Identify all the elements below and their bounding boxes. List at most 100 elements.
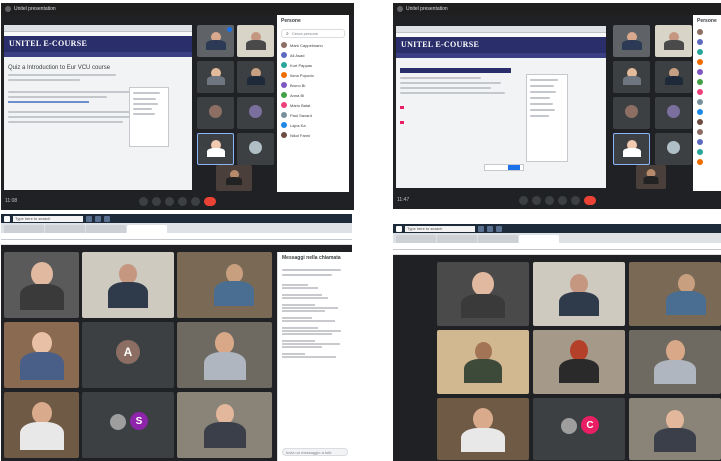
participant-tile[interactable] [197,97,234,129]
end-call-button[interactable] [204,196,216,206]
participant-tile[interactable] [4,392,79,458]
course-banner: UNITEL E-COURSE [4,36,192,52]
participant-tile[interactable] [177,322,272,388]
chrome-icon[interactable] [104,215,110,222]
participant-tile[interactable] [613,97,650,129]
people-list-item[interactable]: Anna Bi [277,90,349,100]
address-bar[interactable] [393,243,721,250]
people-list-item[interactable]: Nikol Fanni [277,130,349,140]
dropdown-menu[interactable] [526,74,568,162]
participant-tile[interactable] [237,133,274,165]
people-list-item[interactable] [693,27,721,37]
people-list-item[interactable]: Mark Cappelmann [277,40,349,50]
participant-tile[interactable] [177,392,272,458]
browser-tab[interactable] [4,225,44,233]
file-explorer-icon[interactable] [487,225,493,232]
participant-tile[interactable] [629,262,721,326]
camera-button[interactable] [152,196,161,206]
participant-tile[interactable] [82,252,174,318]
participant-tile[interactable] [197,25,234,57]
participant-tile[interactable]: A [82,322,174,388]
chat-input[interactable]: Invia un messaggio a tutti [282,448,348,456]
avatar [697,109,703,115]
browser-tab[interactable] [86,225,126,233]
task-view-icon[interactable] [478,225,484,232]
captions-button[interactable] [165,196,174,206]
chrome-icon[interactable] [496,225,502,232]
self-view-tile[interactable] [216,165,252,191]
participant-tile[interactable] [613,25,650,57]
participant-tile[interactable] [533,262,625,326]
dialog-ok-button[interactable] [508,165,520,170]
participant-tile[interactable] [237,61,274,93]
people-list-item[interactable] [693,97,721,107]
people-list-item[interactable] [693,47,721,57]
participant-tile[interactable]: S [82,392,174,458]
participant-tile[interactable] [629,330,721,394]
participant-tile[interactable] [655,25,692,57]
participant-tile[interactable] [197,133,234,165]
captions-button[interactable] [544,195,554,205]
people-list-item[interactable] [693,147,721,157]
mic-button[interactable] [139,196,148,206]
people-list-item[interactable] [693,127,721,137]
camera-button[interactable] [531,195,541,205]
participant-tile[interactable] [437,330,529,394]
participant-tile[interactable] [237,97,274,129]
participant-tile[interactable] [629,398,721,460]
people-list-item[interactable] [693,67,721,77]
taskbar-search[interactable]: Type here to search [13,215,83,222]
participant-tile[interactable] [437,398,529,460]
people-list-item[interactable] [693,37,721,47]
browser-tab[interactable] [45,225,85,233]
people-list-item[interactable] [693,107,721,117]
people-list-item[interactable]: Bruno Bi [277,80,349,90]
raise-hand-button[interactable] [557,195,567,205]
task-view-icon[interactable] [86,215,92,222]
people-list-item[interactable]: Paul Savard [277,110,349,120]
participant-tile[interactable] [437,262,529,326]
people-list-item[interactable]: Mario Balat [277,100,349,110]
present-button[interactable] [191,196,200,206]
participant-tile[interactable] [4,252,79,318]
participant-tile[interactable] [4,322,79,388]
mic-button[interactable] [518,195,528,205]
people-list-item[interactable]: Ilona Popovic [277,70,349,80]
windows-start-icon[interactable] [396,225,402,232]
people-list-item[interactable] [693,157,721,167]
people-list-item[interactable] [693,117,721,127]
people-list-item[interactable] [693,77,721,87]
people-search-input[interactable]: ⌕ Cerca persone [281,29,345,38]
windows-start-icon[interactable] [4,215,10,222]
people-list-item[interactable] [693,137,721,147]
present-button[interactable] [570,195,580,205]
end-call-button[interactable] [583,195,596,205]
participant-tile[interactable]: C [533,398,625,460]
taskbar-search[interactable]: Type here to search [405,225,475,232]
participant-tile[interactable] [613,61,650,93]
people-list-item[interactable]: Ali Asad [277,50,349,60]
participant-tile[interactable] [197,61,234,93]
search-icon: ⌕ [286,30,289,37]
participant-tile[interactable] [655,133,692,165]
people-list-item[interactable] [693,87,721,97]
address-bar[interactable] [1,233,352,240]
participant-tile[interactable] [655,61,692,93]
people-list-item[interactable]: Lajos Ka [277,120,349,130]
browser-tab[interactable] [437,235,477,243]
browser-tab[interactable] [478,235,518,243]
people-list-item[interactable] [693,57,721,67]
participant-tile[interactable] [533,330,625,394]
self-view-tile[interactable] [636,165,666,189]
browser-tab[interactable] [396,235,436,243]
participant-tile[interactable] [613,133,650,165]
course-sidebar-menu[interactable] [129,87,169,147]
raise-hand-button[interactable] [178,196,187,206]
browser-tab-active[interactable] [127,225,167,233]
participant-tile[interactable] [655,97,692,129]
participant-tile[interactable] [237,25,274,57]
file-explorer-icon[interactable] [95,215,101,222]
people-list-item[interactable]: Kurt Pappas [277,60,349,70]
participant-tile[interactable] [177,252,272,318]
browser-tab-active[interactable] [519,235,559,243]
